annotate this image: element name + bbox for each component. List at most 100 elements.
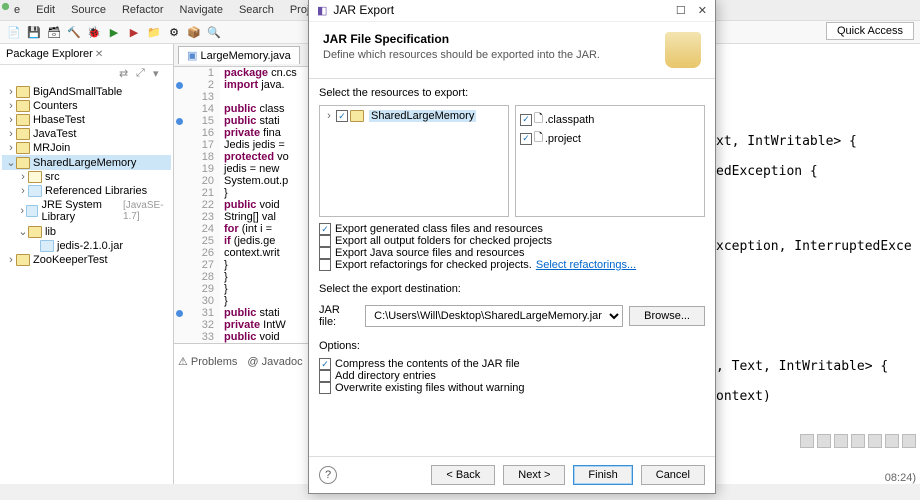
menu-item[interactable]: Source [63, 2, 114, 18]
project-item[interactable]: ›BigAndSmallTable [2, 85, 171, 99]
package-icon[interactable]: 📦 [185, 23, 203, 41]
checkbox-icon[interactable] [319, 235, 331, 247]
select-resources-label: Select the resources to export: [319, 87, 705, 99]
editor-tab[interactable]: ▣ LargeMemory.java [178, 46, 300, 64]
export-option[interactable]: Add directory entries [319, 370, 705, 382]
run-ext-icon[interactable]: ▶ [125, 23, 143, 41]
jar-file-label: JAR file: [319, 304, 359, 328]
project-item[interactable]: ›Counters [2, 99, 171, 113]
checkbox-icon[interactable] [319, 223, 331, 235]
cancel-button[interactable]: Cancel [641, 465, 705, 485]
search-icon[interactable]: 🔍 [205, 23, 223, 41]
saveall-icon[interactable]: 🗃 [45, 23, 63, 41]
tool-icon[interactable]: 🔨 [65, 23, 83, 41]
checkbox-icon[interactable] [319, 382, 331, 394]
project-icon [350, 110, 364, 122]
checkbox-icon[interactable] [336, 110, 348, 122]
checkbox-icon[interactable] [319, 259, 331, 271]
lock-icon[interactable] [885, 434, 899, 448]
dialog-heading: JAR File Specification [323, 32, 600, 46]
right-editor-peek: xt, IntWritable> { edException { xceptio… [714, 44, 920, 484]
menu-item[interactable]: Search [231, 2, 282, 18]
project-icon [16, 86, 30, 98]
export-option[interactable]: Export refactorings for checked projects… [319, 259, 705, 271]
project-icon [16, 128, 30, 140]
library-icon [26, 205, 38, 217]
collapse-icon[interactable]: ⇄ [119, 67, 133, 81]
jre-library[interactable]: ›JRE System Library [JavaSE-1.7] [2, 198, 171, 224]
folder-icon [28, 226, 42, 238]
export-option[interactable]: Overwrite existing files without warning [319, 382, 705, 394]
back-button[interactable]: < Back [431, 465, 495, 485]
help-icon[interactable]: ? [319, 466, 337, 484]
clear-icon[interactable] [851, 434, 865, 448]
generate-icon[interactable]: ⚙ [165, 23, 183, 41]
checkbox-icon[interactable] [319, 370, 331, 382]
eclipse-icon: ◧ [317, 4, 327, 17]
menu-item[interactable]: e [6, 2, 28, 18]
package-explorer: Package Explorer ✕ ⇄ ⤢ ▾ ›BigAndSmallTab… [0, 44, 174, 484]
quick-access[interactable]: Quick Access [826, 22, 914, 40]
project-item[interactable]: ›HbaseTest [2, 113, 171, 127]
close-icon[interactable]: ✕ [698, 4, 707, 17]
jar-path-field[interactable]: C:\Users\Will\Desktop\SharedLargeMemory.… [365, 305, 623, 327]
remove-icon[interactable] [800, 434, 814, 448]
export-option[interactable]: Export generated class files and resourc… [319, 223, 705, 235]
referenced-libraries[interactable]: ›Referenced Libraries [2, 184, 171, 198]
browse-button[interactable]: Browse... [629, 306, 705, 326]
checkbox-icon[interactable] [319, 358, 331, 370]
dialog-subtext: Define which resources should be exporte… [323, 49, 600, 61]
finish-button[interactable]: Finish [573, 465, 632, 485]
removeall-icon[interactable] [817, 434, 831, 448]
maximize-icon[interactable]: ☐ [676, 4, 686, 17]
project-item-selected[interactable]: ⌄SharedLargeMemory [2, 155, 171, 170]
next-button[interactable]: Next > [503, 465, 565, 485]
javadoc-tab[interactable]: @ Javadoc [247, 356, 302, 368]
problems-tab[interactable]: ⚠ Problems [178, 355, 237, 368]
lib-folder[interactable]: ⌄lib [2, 224, 171, 239]
file-icon: 🗋 [534, 129, 543, 148]
close-view-icon[interactable]: ✕ [95, 49, 103, 60]
project-icon [16, 254, 30, 266]
dialog-title: JAR Export [333, 3, 394, 17]
jar-large-icon [665, 32, 701, 68]
save-icon[interactable]: 💾 [25, 23, 43, 41]
menu-item[interactable]: Edit [28, 2, 63, 18]
options-label: Options: [319, 340, 705, 352]
pin-icon[interactable] [868, 434, 882, 448]
file-icon: 🗋 [534, 110, 543, 129]
export-option[interactable]: Export all output folders for checked pr… [319, 235, 705, 247]
checkbox-icon[interactable] [319, 247, 331, 259]
project-item[interactable]: ›ZooKeeperTest [2, 253, 171, 267]
project-item[interactable]: ›MRJoin [2, 141, 171, 155]
src-folder[interactable]: ›src [2, 170, 171, 184]
run-icon[interactable]: ▶ [105, 23, 123, 41]
menu-item[interactable]: Navigate [172, 2, 231, 18]
terminate-icon[interactable] [834, 434, 848, 448]
export-option[interactable]: Compress the contents of the JAR file [319, 358, 705, 370]
dialog-titlebar[interactable]: ◧ JAR Export ☐ ✕ [309, 0, 715, 22]
display-icon[interactable] [902, 434, 916, 448]
select-refactorings-link[interactable]: Select refactorings... [536, 259, 636, 271]
resource-files[interactable]: 🗋 .classpath 🗋 .project [515, 105, 705, 217]
project-item[interactable]: ›JavaTest [2, 127, 171, 141]
debug-icon[interactable]: 🐞 [85, 23, 103, 41]
link-icon[interactable]: ⤢ [136, 67, 150, 81]
export-option[interactable]: Export Java source files and resources [319, 247, 705, 259]
jar-file[interactable]: jedis-2.1.0.jar [2, 239, 171, 253]
checkbox-icon[interactable] [520, 133, 532, 145]
project-icon [16, 114, 30, 126]
menu-item[interactable]: Refactor [114, 2, 172, 18]
console-toolbar [800, 434, 916, 448]
folder-icon[interactable]: 📁 [145, 23, 163, 41]
project-icon [16, 100, 30, 112]
project-icon [16, 142, 30, 154]
checkbox-icon[interactable] [520, 114, 532, 126]
menu-icon[interactable]: ▾ [153, 67, 167, 81]
resource-tree[interactable]: › SharedLargeMemory [319, 105, 509, 217]
dest-label: Select the export destination: [319, 283, 705, 295]
new-icon[interactable]: 📄 [5, 23, 23, 41]
package-explorer-title: Package Explorer [6, 48, 93, 60]
src-icon [28, 171, 42, 183]
project-icon [16, 157, 30, 169]
